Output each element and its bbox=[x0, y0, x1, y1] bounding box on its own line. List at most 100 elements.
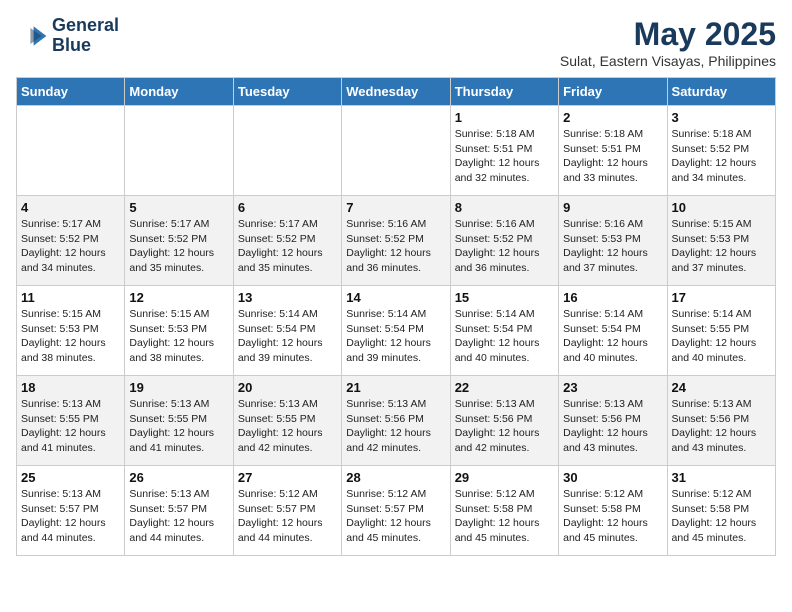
day-number: 3 bbox=[672, 110, 771, 125]
calendar-cell: 9 Sunrise: 5:16 AM Sunset: 5:53 PM Daylig… bbox=[559, 196, 667, 286]
calendar-cell bbox=[125, 106, 233, 196]
day-number: 16 bbox=[563, 290, 662, 305]
day-number: 1 bbox=[455, 110, 554, 125]
day-info: Sunrise: 5:13 AM Sunset: 5:57 PM Dayligh… bbox=[129, 487, 228, 546]
day-number: 13 bbox=[238, 290, 337, 305]
day-info: Sunrise: 5:14 AM Sunset: 5:54 PM Dayligh… bbox=[563, 307, 662, 366]
calendar-title: May 2025 bbox=[560, 16, 776, 53]
day-info: Sunrise: 5:18 AM Sunset: 5:51 PM Dayligh… bbox=[455, 127, 554, 186]
logo: General Blue bbox=[16, 16, 119, 56]
day-info: Sunrise: 5:12 AM Sunset: 5:58 PM Dayligh… bbox=[455, 487, 554, 546]
day-info: Sunrise: 5:12 AM Sunset: 5:57 PM Dayligh… bbox=[346, 487, 445, 546]
day-number: 20 bbox=[238, 380, 337, 395]
day-info: Sunrise: 5:14 AM Sunset: 5:55 PM Dayligh… bbox=[672, 307, 771, 366]
calendar-cell bbox=[17, 106, 125, 196]
calendar-cell: 26Sunrise: 5:13 AM Sunset: 5:57 PM Dayli… bbox=[125, 466, 233, 556]
calendar-cell: 5 Sunrise: 5:17 AM Sunset: 5:52 PM Daylig… bbox=[125, 196, 233, 286]
calendar-header: SundayMondayTuesdayWednesdayThursdayFrid… bbox=[17, 78, 776, 106]
calendar-cell: 22Sunrise: 5:13 AM Sunset: 5:56 PM Dayli… bbox=[450, 376, 558, 466]
day-info: Sunrise: 5:16 AM Sunset: 5:53 PM Dayligh… bbox=[563, 217, 662, 276]
day-number: 5 bbox=[129, 200, 228, 215]
day-info: Sunrise: 5:15 AM Sunset: 5:53 PM Dayligh… bbox=[21, 307, 120, 366]
day-number: 27 bbox=[238, 470, 337, 485]
day-number: 2 bbox=[563, 110, 662, 125]
day-number: 8 bbox=[455, 200, 554, 215]
calendar-cell: 12 Sunrise: 5:15 AM Sunset: 5:53 PM Dayli… bbox=[125, 286, 233, 376]
day-number: 15 bbox=[455, 290, 554, 305]
calendar-cell: 18Sunrise: 5:13 AM Sunset: 5:55 PM Dayli… bbox=[17, 376, 125, 466]
day-info: Sunrise: 5:15 AM Sunset: 5:53 PM Dayligh… bbox=[672, 217, 771, 276]
calendar-cell bbox=[342, 106, 450, 196]
calendar-cell: 7Sunrise: 5:16 AM Sunset: 5:52 PM Daylig… bbox=[342, 196, 450, 286]
day-number: 9 bbox=[563, 200, 662, 215]
calendar-cell: 13 Sunrise: 5:14 AM Sunset: 5:54 PM Dayli… bbox=[233, 286, 341, 376]
calendar-cell: 14 Sunrise: 5:14 AM Sunset: 5:54 PM Dayli… bbox=[342, 286, 450, 376]
day-info: Sunrise: 5:15 AM Sunset: 5:53 PM Dayligh… bbox=[129, 307, 228, 366]
page-header: General Blue May 2025 Sulat, Eastern Vis… bbox=[16, 16, 776, 69]
weekday-header-tuesday: Tuesday bbox=[233, 78, 341, 106]
calendar-cell: 4 Sunrise: 5:17 AM Sunset: 5:52 PM Daylig… bbox=[17, 196, 125, 286]
calendar-cell: 2Sunrise: 5:18 AM Sunset: 5:51 PM Daylig… bbox=[559, 106, 667, 196]
calendar-cell: 17Sunrise: 5:14 AM Sunset: 5:55 PM Dayli… bbox=[667, 286, 775, 376]
calendar-cell: 29 Sunrise: 5:12 AM Sunset: 5:58 PM Dayli… bbox=[450, 466, 558, 556]
day-number: 4 bbox=[21, 200, 120, 215]
calendar-cell bbox=[233, 106, 341, 196]
day-info: Sunrise: 5:12 AM Sunset: 5:58 PM Dayligh… bbox=[672, 487, 771, 546]
day-number: 10 bbox=[672, 200, 771, 215]
calendar-cell: 8Sunrise: 5:16 AM Sunset: 5:52 PM Daylig… bbox=[450, 196, 558, 286]
day-info: Sunrise: 5:13 AM Sunset: 5:55 PM Dayligh… bbox=[21, 397, 120, 456]
day-info: Sunrise: 5:14 AM Sunset: 5:54 PM Dayligh… bbox=[455, 307, 554, 366]
calendar-week-3: 11Sunrise: 5:15 AM Sunset: 5:53 PM Dayli… bbox=[17, 286, 776, 376]
day-info: Sunrise: 5:13 AM Sunset: 5:55 PM Dayligh… bbox=[129, 397, 228, 456]
day-info: Sunrise: 5:17 AM Sunset: 5:52 PM Dayligh… bbox=[21, 217, 120, 276]
calendar-cell: 25Sunrise: 5:13 AM Sunset: 5:57 PM Dayli… bbox=[17, 466, 125, 556]
calendar-week-5: 25 Sunrise: 5:13 AM Sunset: 5:57 PM Dayli… bbox=[17, 466, 776, 556]
day-info: Sunrise: 5:12 AM Sunset: 5:58 PM Dayligh… bbox=[563, 487, 662, 546]
weekday-header-friday: Friday bbox=[559, 78, 667, 106]
day-info: Sunrise: 5:18 AM Sunset: 5:52 PM Dayligh… bbox=[672, 127, 771, 186]
weekday-header-wednesday: Wednesday bbox=[342, 78, 450, 106]
day-number: 28 bbox=[346, 470, 445, 485]
weekday-row: SundayMondayTuesdayWednesdayThursdayFrid… bbox=[17, 78, 776, 106]
day-number: 23 bbox=[563, 380, 662, 395]
calendar-cell: 3 Sunrise: 5:18 AM Sunset: 5:52 PM Daylig… bbox=[667, 106, 775, 196]
day-number: 25 bbox=[21, 470, 120, 485]
calendar-cell: 20Sunrise: 5:13 AM Sunset: 5:55 PM Dayli… bbox=[233, 376, 341, 466]
logo-text: General Blue bbox=[52, 16, 119, 56]
day-number: 19 bbox=[129, 380, 228, 395]
calendar-body: 1 Sunrise: 5:18 AM Sunset: 5:51 PM Daylig… bbox=[17, 106, 776, 556]
day-number: 7 bbox=[346, 200, 445, 215]
day-number: 21 bbox=[346, 380, 445, 395]
logo-icon bbox=[16, 20, 48, 52]
day-number: 29 bbox=[455, 470, 554, 485]
day-info: Sunrise: 5:14 AM Sunset: 5:54 PM Dayligh… bbox=[346, 307, 445, 366]
calendar-cell: 28 Sunrise: 5:12 AM Sunset: 5:57 PM Dayli… bbox=[342, 466, 450, 556]
calendar-subtitle: Sulat, Eastern Visayas, Philippines bbox=[560, 53, 776, 69]
day-info: Sunrise: 5:13 AM Sunset: 5:56 PM Dayligh… bbox=[455, 397, 554, 456]
day-number: 12 bbox=[129, 290, 228, 305]
calendar-cell: 15 Sunrise: 5:14 AM Sunset: 5:54 PM Dayli… bbox=[450, 286, 558, 376]
calendar-cell: 24 Sunrise: 5:13 AM Sunset: 5:56 PM Dayli… bbox=[667, 376, 775, 466]
day-info: Sunrise: 5:12 AM Sunset: 5:57 PM Dayligh… bbox=[238, 487, 337, 546]
calendar-cell: 11Sunrise: 5:15 AM Sunset: 5:53 PM Dayli… bbox=[17, 286, 125, 376]
day-number: 24 bbox=[672, 380, 771, 395]
calendar-cell: 21 Sunrise: 5:13 AM Sunset: 5:56 PM Dayli… bbox=[342, 376, 450, 466]
day-number: 14 bbox=[346, 290, 445, 305]
day-info: Sunrise: 5:13 AM Sunset: 5:56 PM Dayligh… bbox=[563, 397, 662, 456]
weekday-header-saturday: Saturday bbox=[667, 78, 775, 106]
calendar-cell: 30Sunrise: 5:12 AM Sunset: 5:58 PM Dayli… bbox=[559, 466, 667, 556]
calendar-cell: 10 Sunrise: 5:15 AM Sunset: 5:53 PM Dayli… bbox=[667, 196, 775, 286]
calendar-cell: 27 Sunrise: 5:12 AM Sunset: 5:57 PM Dayli… bbox=[233, 466, 341, 556]
day-info: Sunrise: 5:14 AM Sunset: 5:54 PM Dayligh… bbox=[238, 307, 337, 366]
weekday-header-monday: Monday bbox=[125, 78, 233, 106]
weekday-header-sunday: Sunday bbox=[17, 78, 125, 106]
calendar-cell: 6Sunrise: 5:17 AM Sunset: 5:52 PM Daylig… bbox=[233, 196, 341, 286]
day-info: Sunrise: 5:13 AM Sunset: 5:56 PM Dayligh… bbox=[672, 397, 771, 456]
calendar-week-4: 18Sunrise: 5:13 AM Sunset: 5:55 PM Dayli… bbox=[17, 376, 776, 466]
calendar-cell: 23 Sunrise: 5:13 AM Sunset: 5:56 PM Dayli… bbox=[559, 376, 667, 466]
day-number: 6 bbox=[238, 200, 337, 215]
day-info: Sunrise: 5:13 AM Sunset: 5:56 PM Dayligh… bbox=[346, 397, 445, 456]
calendar-table: SundayMondayTuesdayWednesdayThursdayFrid… bbox=[16, 77, 776, 556]
calendar-cell: 1 Sunrise: 5:18 AM Sunset: 5:51 PM Daylig… bbox=[450, 106, 558, 196]
day-info: Sunrise: 5:17 AM Sunset: 5:52 PM Dayligh… bbox=[129, 217, 228, 276]
